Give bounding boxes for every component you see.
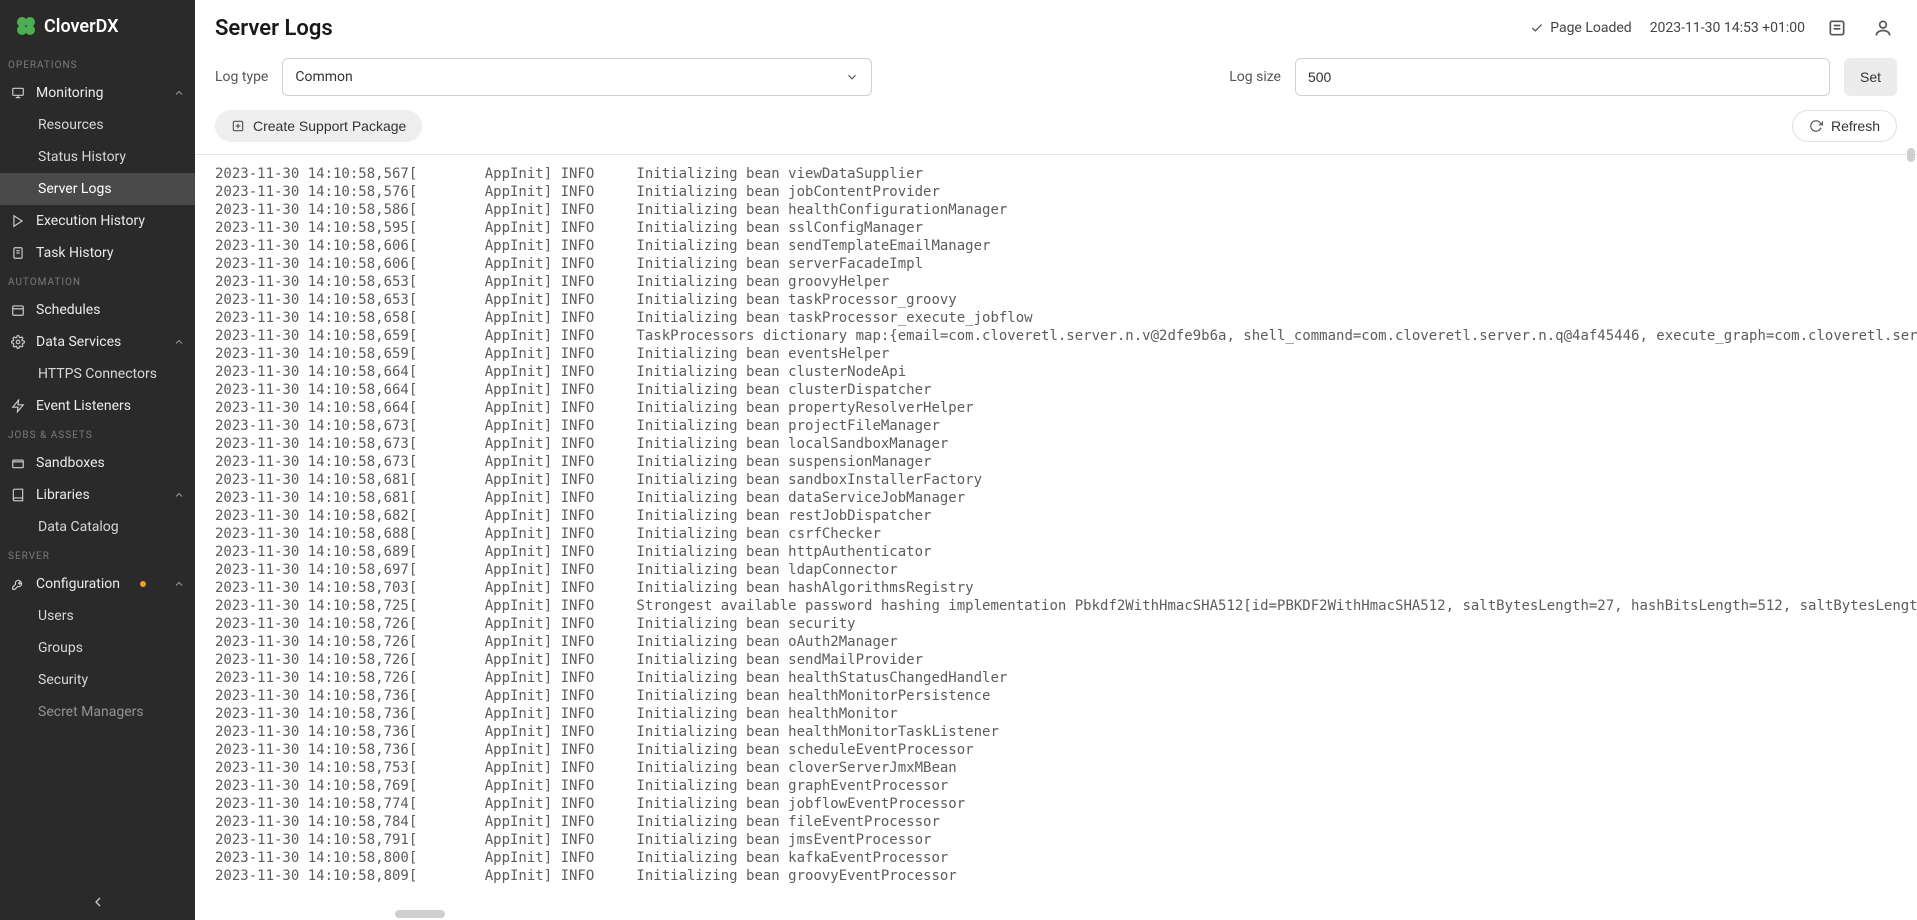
notes-button[interactable] <box>1823 14 1851 42</box>
section-operations: OPERATIONS <box>0 52 195 77</box>
book-icon <box>10 488 26 502</box>
note-icon <box>1827 18 1847 38</box>
nav-server-logs[interactable]: Server Logs <box>0 173 195 205</box>
sidebar: CloverDX OPERATIONS Monitoring Resources… <box>0 0 195 920</box>
log-text: 2023-11-30 14:10:58,567[ AppInit] INFO I… <box>215 165 1897 885</box>
gear-icon <box>10 335 26 349</box>
calendar-icon <box>10 303 26 317</box>
nav-task-history[interactable]: Task History <box>0 237 195 269</box>
main: Server Logs Page Loaded 2023-11-30 14:53… <box>195 0 1917 920</box>
nav-monitoring[interactable]: Monitoring <box>0 77 195 109</box>
log-type-select[interactable]: Common <box>282 58 872 96</box>
nav-https-connectors[interactable]: HTTPS Connectors <box>0 358 195 390</box>
vertical-scrollbar[interactable] <box>1907 148 1915 162</box>
section-jobs: JOBS & ASSETS <box>0 422 195 447</box>
nav-configuration[interactable]: Configuration <box>0 568 195 600</box>
chevron-up-icon <box>173 336 185 348</box>
log-type-label: Log type <box>215 69 268 85</box>
create-support-package-button[interactable]: Create Support Package <box>215 110 422 142</box>
chevron-up-icon <box>173 578 185 590</box>
toolbar: Create Support Package Refresh <box>195 110 1917 155</box>
page-title: Server Logs <box>215 16 333 41</box>
log-viewer[interactable]: 2023-11-30 14:10:58,567[ AppInit] INFO I… <box>195 155 1917 920</box>
nav-data-services[interactable]: Data Services <box>0 326 195 358</box>
user-button[interactable] <box>1869 14 1897 42</box>
box-icon <box>10 456 26 470</box>
horizontal-scrollbar[interactable] <box>395 910 445 918</box>
log-size-input[interactable] <box>1295 58 1830 96</box>
play-icon <box>10 214 26 228</box>
clover-icon <box>14 14 38 38</box>
brand-logo[interactable]: CloverDX <box>0 0 195 52</box>
package-icon <box>231 119 245 133</box>
timestamp: 2023-11-30 14:53 +01:00 <box>1650 20 1805 36</box>
nav-event-listeners[interactable]: Event Listeners <box>0 390 195 422</box>
user-icon <box>1873 18 1893 38</box>
nav-data-catalog[interactable]: Data Catalog <box>0 511 195 543</box>
monitor-icon <box>10 86 26 100</box>
sidebar-collapse[interactable] <box>0 884 195 920</box>
bolt-icon <box>10 399 26 413</box>
chevron-left-icon <box>90 894 106 910</box>
topbar: Server Logs Page Loaded 2023-11-30 14:53… <box>195 0 1917 52</box>
chevron-up-icon <box>173 489 185 501</box>
wrench-icon <box>10 577 26 591</box>
nav-resources[interactable]: Resources <box>0 109 195 141</box>
nav-groups[interactable]: Groups <box>0 632 195 664</box>
page-loaded-status: Page Loaded <box>1530 20 1631 36</box>
nav-status-history[interactable]: Status History <box>0 141 195 173</box>
refresh-icon <box>1809 119 1823 133</box>
nav-sandboxes[interactable]: Sandboxes <box>0 447 195 479</box>
section-automation: AUTOMATION <box>0 269 195 294</box>
set-button[interactable]: Set <box>1844 58 1897 96</box>
nav-execution-history[interactable]: Execution History <box>0 205 195 237</box>
nav-schedules[interactable]: Schedules <box>0 294 195 326</box>
warning-dot-icon <box>140 581 146 587</box>
chevron-down-icon <box>845 70 859 84</box>
refresh-button[interactable]: Refresh <box>1792 110 1897 142</box>
clipboard-icon <box>10 246 26 260</box>
log-size-label: Log size <box>1229 69 1281 85</box>
chevron-up-icon <box>173 87 185 99</box>
nav-security[interactable]: Security <box>0 664 195 696</box>
nav-libraries[interactable]: Libraries <box>0 479 195 511</box>
nav-users[interactable]: Users <box>0 600 195 632</box>
brand-text: CloverDX <box>44 16 119 37</box>
controls: Log type Common Log size Set <box>195 52 1917 110</box>
section-server: SERVER <box>0 543 195 568</box>
nav-secret-managers[interactable]: Secret Managers <box>0 696 195 728</box>
check-icon <box>1530 21 1544 35</box>
